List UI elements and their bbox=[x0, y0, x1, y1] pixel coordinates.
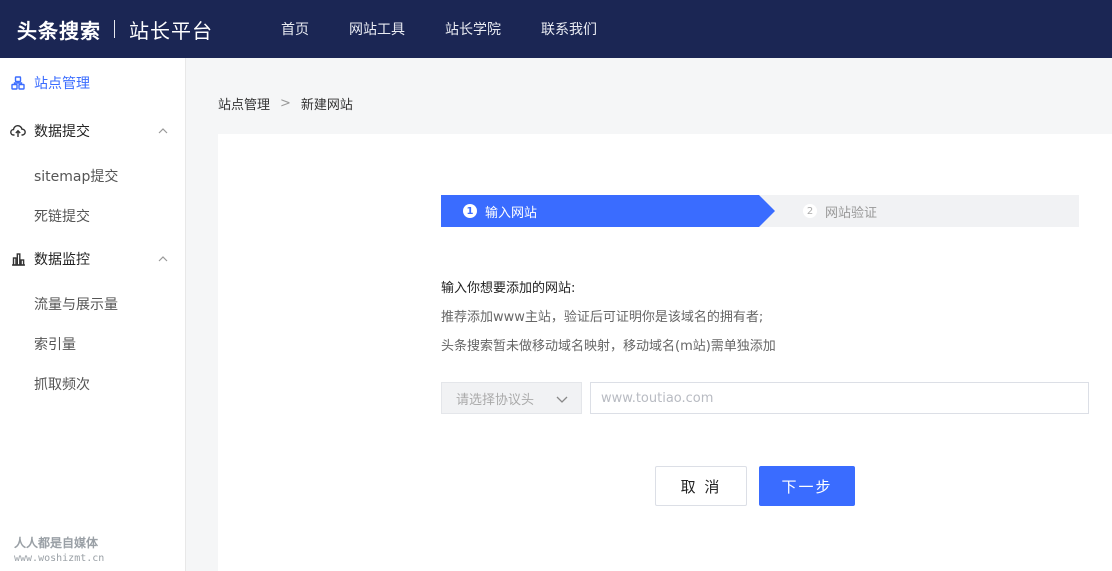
instructions-title: 输入你想要添加的网站: bbox=[441, 281, 576, 296]
brand-name: 头条搜索 bbox=[17, 18, 101, 43]
chevron-up-icon bbox=[158, 128, 168, 134]
step-label: 输入网站 bbox=[485, 205, 538, 221]
sidebar-item-index-count[interactable]: 索引量 bbox=[34, 334, 76, 354]
top-navbar: 头条搜索 站长平台 首页 网站工具 站长学院 联系我们 bbox=[0, 0, 1112, 58]
nav-site-tools[interactable]: 网站工具 bbox=[349, 19, 405, 39]
chevron-up-icon bbox=[158, 256, 168, 262]
sidebar-item-label: 数据监控 bbox=[34, 252, 90, 268]
chevron-down-icon bbox=[556, 396, 568, 403]
step-number: 1 bbox=[463, 204, 477, 218]
protocol-select-placeholder: 请选择协议头 bbox=[456, 392, 535, 408]
main-nav: 首页 网站工具 站长学院 联系我们 bbox=[281, 19, 637, 39]
sidebar-item-label: 站点管理 bbox=[34, 76, 90, 92]
instructions: 输入你想要添加的网站: 推荐添加www主站，验证后可证明你是该域名的拥有者; 头… bbox=[441, 277, 776, 354]
sidebar-item-sitemap-submit[interactable]: sitemap提交 bbox=[34, 166, 118, 186]
watermark: 人人都是自媒体 www.woshizmt.cn bbox=[14, 534, 104, 564]
sidebar-item-data-submit[interactable]: 数据提交 bbox=[0, 119, 186, 143]
sidebar-item-crawl-frequency[interactable]: 抓取频次 bbox=[34, 374, 90, 394]
watermark-url: www.woshizmt.cn bbox=[14, 553, 105, 564]
breadcrumb-separator: > bbox=[280, 96, 291, 111]
url-input[interactable] bbox=[590, 382, 1089, 414]
bar-chart-icon bbox=[10, 251, 26, 267]
upload-cloud-icon bbox=[10, 123, 26, 139]
sidebar-item-site-manage[interactable]: 站点管理 bbox=[0, 71, 186, 95]
breadcrumb-new-site: 新建网站 bbox=[300, 98, 353, 113]
sidebar-item-data-monitor[interactable]: 数据监控 bbox=[0, 247, 186, 271]
nav-contact[interactable]: 联系我们 bbox=[541, 19, 597, 39]
instructions-line: 推荐添加www主站，验证后可证明你是该域名的拥有者; bbox=[441, 310, 764, 325]
cancel-button[interactable]: 取 消 bbox=[655, 466, 747, 506]
step-label: 网站验证 bbox=[825, 205, 878, 221]
step-verify-site: 2 网站验证 bbox=[803, 195, 877, 227]
protocol-select[interactable]: 请选择协议头 bbox=[441, 382, 582, 414]
watermark-title: 人人都是自媒体 bbox=[14, 536, 99, 550]
step-number: 2 bbox=[803, 204, 817, 218]
step-progress: 1 输入网站 2 网站验证 bbox=[441, 195, 1079, 227]
breadcrumb-site-manage[interactable]: 站点管理 bbox=[218, 94, 270, 113]
step-input-site: 1 输入网站 bbox=[463, 195, 537, 227]
sidebar-item-traffic[interactable]: 流量与展示量 bbox=[34, 294, 118, 314]
main-panel: 1 输入网站 2 网站验证 输入你想要添加的网站: 推荐添加www主站，验证后可… bbox=[218, 134, 1112, 571]
nav-home[interactable]: 首页 bbox=[281, 19, 309, 39]
next-step-button[interactable]: 下一步 bbox=[759, 466, 855, 506]
brand-subtitle: 站长平台 bbox=[129, 18, 213, 43]
nav-academy[interactable]: 站长学院 bbox=[445, 19, 501, 39]
site-manage-icon bbox=[10, 75, 26, 91]
sidebar-item-label: 数据提交 bbox=[34, 124, 90, 140]
instructions-line: 头条搜索暂未做移动域名映射，移动域名(m站)需单独添加 bbox=[441, 339, 776, 354]
sidebar: 站点管理 数据提交 sitemap提交 死链提交 数据监控 流量与展示量 索引量… bbox=[0, 58, 186, 571]
breadcrumb: 站点管理 > 新建网站 bbox=[218, 94, 353, 113]
brand-logo[interactable]: 头条搜索 站长平台 bbox=[17, 15, 213, 44]
brand-divider bbox=[114, 20, 115, 38]
sidebar-item-deadlink-submit[interactable]: 死链提交 bbox=[34, 206, 90, 226]
